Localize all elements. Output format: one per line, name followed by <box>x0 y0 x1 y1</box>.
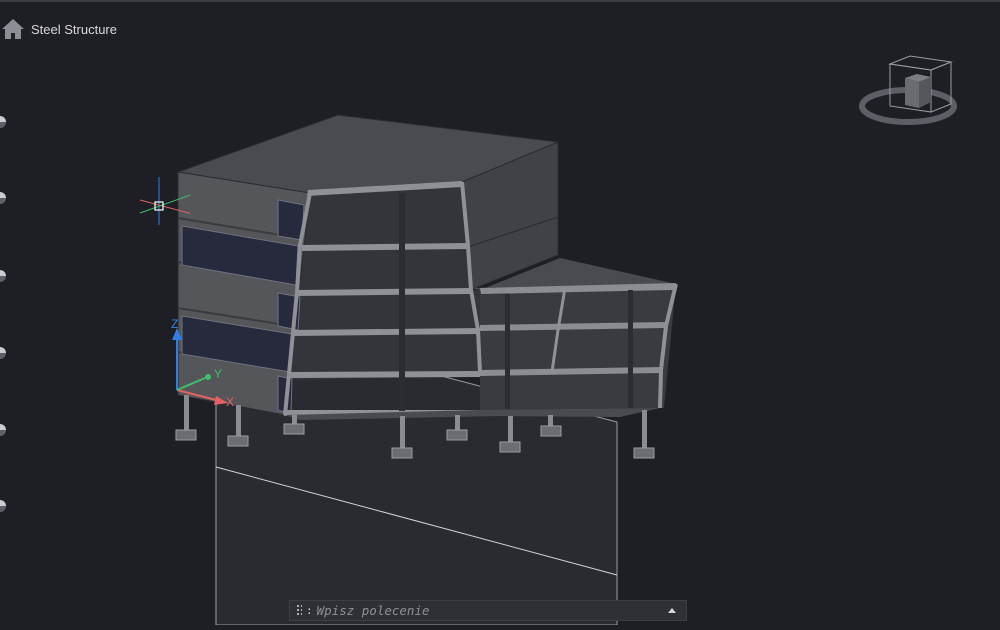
breadcrumb: Steel Structure <box>0 14 117 44</box>
model-canvas <box>172 114 678 626</box>
top-border <box>0 0 1000 2</box>
viewcube-icon[interactable] <box>855 52 965 132</box>
model-viewport[interactable] <box>0 0 1000 626</box>
ucs-y-label: Y <box>214 367 223 381</box>
home-icon[interactable] <box>0 16 26 42</box>
crosshair-cursor-icon <box>139 177 190 225</box>
ucs-z-label: Z <box>171 317 179 331</box>
command-prompt: : <box>306 604 313 617</box>
grip-icon[interactable] <box>296 604 302 617</box>
drawing-title: Steel Structure <box>31 21 117 37</box>
command-input[interactable] <box>312 601 668 620</box>
command-line[interactable]: : <box>289 600 687 621</box>
ucs-x-label: X <box>226 395 235 409</box>
chevron-up-icon[interactable] <box>668 608 676 613</box>
